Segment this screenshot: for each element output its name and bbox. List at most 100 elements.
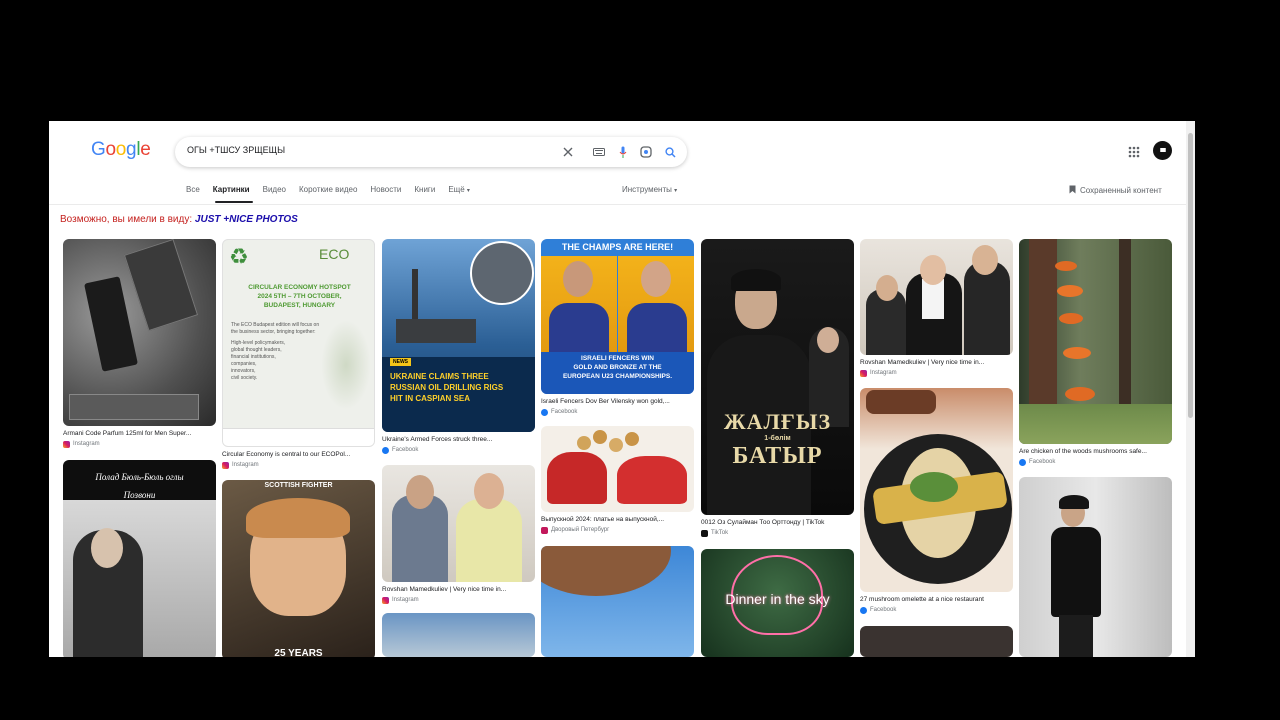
result-thumbnail[interactable]: Полад Бюль-Бюль оглы Позвони [63,460,216,657]
person-face [920,255,946,285]
source-name: Instagram [392,597,419,603]
source-name: Instagram [870,370,897,376]
overlay-text: ЖАЛҒЫЗ [723,409,832,434]
result-thumbnail[interactable] [382,465,535,582]
mic-icon[interactable] [616,145,630,159]
apps-grid-icon[interactable] [1128,145,1140,158]
suggestion-link[interactable]: JUST +NICE PHOTOS [195,214,298,225]
image-result[interactable]: Rovshan Mamedkuliev | Very nice time in.… [860,239,1013,377]
overlay-line: innovators, [231,368,256,374]
result-thumbnail[interactable]: SCOTTISH FIGHTER 25 YEARS [222,480,375,657]
result-thumbnail[interactable] [1019,477,1172,657]
result-thumbnail[interactable]: Dinner in the sky [701,549,854,657]
tiktok-icon [701,529,708,537]
image-result[interactable]: Полад Бюль-Бюль оглы Позвони [63,460,216,657]
person-face [972,245,998,275]
avatar[interactable] [1153,141,1172,160]
saved-content-button[interactable]: Сохраненный контент [1069,185,1162,196]
fencer-face [641,261,671,297]
overlay-headline: UKRAINE CLAIMS THREE RUSSIAN OIL DRILLIN… [390,371,503,404]
logo-letter: o [115,139,127,160]
result-thumbnail[interactable]: ♻ ECO CIRCULAR ECONOMY HOTSPOT 2024 5TH … [222,239,375,447]
dress [617,456,687,504]
result-thumbnail[interactable] [63,239,216,426]
source-name: Instagram [232,462,259,468]
image-result[interactable]: Выпускной 2024: платье на выпускной,... … [541,426,694,534]
image-result[interactable]: Rovshan Mamedkuliev | Very nice time in.… [382,465,535,604]
image-result[interactable]: ЖАЛҒЫЗ 1-бөлім БАТЫР 0012 Оз Сулайман То… [701,239,854,537]
image-result[interactable]: 27 mushroom omelette at a nice restauran… [860,388,1013,614]
overlay-text: BUDAPEST, HUNGARY [263,302,336,309]
image-result[interactable] [382,613,535,657]
result-thumbnail[interactable] [382,613,535,657]
tab-more[interactable]: Ещё ▾ [448,185,470,199]
image-result[interactable]: THE CHAMPS ARE HERE! ISRAELI FENCERS WIN… [541,239,694,416]
facebook-icon [860,606,867,614]
result-thumbnail[interactable]: THE CHAMPS ARE HERE! ISRAELI FENCERS WIN… [541,239,694,394]
mushroom-shelf [1063,347,1091,359]
tab-images[interactable]: Картинки [213,185,250,199]
keyboard-icon[interactable] [592,145,606,159]
instagram-icon [860,369,867,377]
result-caption[interactable]: Are chicken of the woods mushrooms safe.… [1019,448,1172,456]
spelling-suggestion: Возможно, вы имели в виду: JUST +NICE PH… [60,214,298,225]
fencer-jacket [549,303,609,352]
scrollbar-thumb[interactable] [1188,133,1193,418]
lens-icon[interactable] [639,145,653,159]
fencer-jacket [627,303,687,352]
overlay-line: the business sector, bringing together: [231,329,316,335]
image-result[interactable] [1019,477,1172,657]
overlay-text: CIRCULAR ECONOMY HOTSPOT [248,284,351,291]
saved-content-label: Сохраненный контент [1080,186,1162,195]
tab-news[interactable]: Новости [370,185,401,199]
perfume-box [123,239,199,332]
image-result[interactable]: ♻ ECO CIRCULAR ECONOMY HOTSPOT 2024 5TH … [222,239,375,469]
tab-books[interactable]: Книги [414,185,435,199]
image-result[interactable] [541,546,694,657]
overlay-line: financial institutions, [231,354,276,360]
result-caption[interactable]: 0012 Оз Сулайман Тоо Орттонду | TikTok [701,519,854,527]
search-box[interactable]: ОГЫ +ТШСУ ЗРЩЕЩЫ [175,137,687,167]
search-input[interactable]: ОГЫ +ТШСУ ЗРЩЕЩЫ [187,145,285,155]
scrollbar[interactable] [1186,121,1195,657]
image-result[interactable]: NEWS UKRAINE CLAIMS THREE RUSSIAN OIL DR… [382,239,535,454]
image-result[interactable]: Dinner in the sky [701,549,854,657]
search-icon[interactable] [663,145,677,159]
facebook-icon [541,408,548,416]
image-result[interactable] [860,626,1013,657]
result-caption[interactable]: Rovshan Mamedkuliev | Very nice time in.… [382,586,535,594]
result-caption[interactable]: Armani Code Parfum 125ml for Men Super..… [63,430,216,438]
result-caption[interactable]: Ukraine's Armed Forces struck three... [382,436,535,444]
result-caption[interactable]: Israeli Fencers Dov Ber Vilensky won gol… [541,398,694,406]
overlay-text: Полад Бюль-Бюль оглы [95,472,184,482]
result-thumbnail[interactable]: ЖАЛҒЫЗ 1-бөлім БАТЫР [701,239,854,515]
browser-window: Google ОГЫ +ТШСУ ЗРЩЕЩЫ Все Картинки Вид… [49,121,1195,657]
result-caption[interactable]: 27 mushroom omelette at a nice restauran… [860,596,1013,604]
result-thumbnail[interactable] [541,426,694,512]
tab-videos[interactable]: Видео [263,185,286,199]
overlay-text: 25 YEARS [274,648,323,657]
result-thumbnail[interactable] [541,546,694,657]
image-result[interactable]: Are chicken of the woods mushrooms safe.… [1019,239,1172,466]
result-thumbnail[interactable] [860,388,1013,592]
result-caption[interactable]: Circular Economy is central to our ECOPo… [222,451,375,459]
tab-short-videos[interactable]: Короткие видео [299,185,357,199]
google-logo[interactable]: Google [91,139,151,161]
result-thumbnail[interactable] [860,239,1013,355]
suggestion-prefix: Возможно, вы имели в виду: [60,214,193,225]
source-name: Дворовый Петербург [551,527,610,533]
close-icon[interactable] [561,145,575,159]
tools-button[interactable]: Инструменты ▾ [622,185,677,194]
overlay-line: EUROPEAN U23 CHAMPIONSHIPS. [562,373,673,380]
result-caption[interactable]: Выпускной 2024: платье на выпускной,... [541,516,694,524]
overlay-line: HIT IN CASPIAN SEA [390,394,471,403]
person-figure [964,261,1010,355]
image-result[interactable]: SCOTTISH FIGHTER 25 YEARS [222,480,375,657]
result-thumbnail[interactable]: NEWS UKRAINE CLAIMS THREE RUSSIAN OIL DR… [382,239,535,432]
result-caption[interactable]: Rovshan Mamedkuliev | Very nice time in.… [860,359,1013,367]
result-thumbnail[interactable] [1019,239,1172,444]
image-result[interactable]: Armani Code Parfum 125ml for Men Super..… [63,239,216,448]
tab-all[interactable]: Все [186,185,200,199]
result-thumbnail[interactable] [860,626,1013,657]
result-source: Facebook [382,446,535,454]
